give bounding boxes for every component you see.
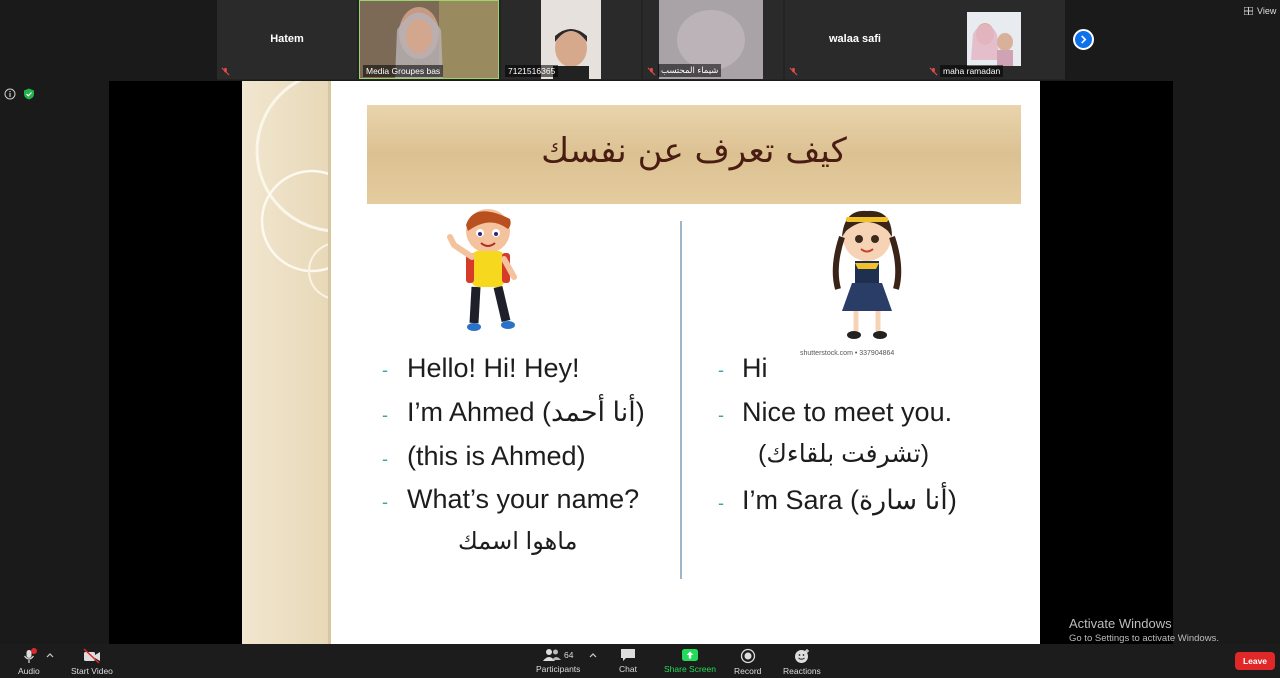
- mic-muted-icon: [647, 67, 656, 76]
- participant-name: Hatem: [270, 33, 304, 45]
- chat-label: Chat: [619, 664, 637, 674]
- slide-title: كيف تعرف عن نفسك: [541, 131, 847, 171]
- bullet-dash: -: [382, 405, 388, 425]
- bullet-dash: -: [718, 405, 724, 425]
- reactions-button[interactable]: Reactions: [783, 648, 821, 676]
- image-watermark: shutterstock.com • 337904864: [800, 350, 895, 357]
- start-video-button[interactable]: Start Video: [71, 648, 113, 676]
- audio-label: Audio: [18, 666, 40, 676]
- participant-tile-maha[interactable]: maha ramadan: [925, 0, 1065, 79]
- chat-bubble-icon: [620, 649, 635, 661]
- decorative-circles: [255, 81, 330, 300]
- participant-name: maha ramadan: [940, 65, 1004, 77]
- mic-muted-icon: [789, 67, 798, 76]
- participant-tile-media-groupes[interactable]: Media Groupes bas: [359, 0, 499, 79]
- chevron-right-icon: [1081, 35, 1087, 44]
- right-line-2: Nice to meet you.: [742, 397, 953, 427]
- left-line-3: (this is Ahmed): [407, 441, 586, 471]
- info-icon[interactable]: [4, 88, 16, 100]
- participant-tile-hatem[interactable]: Hatem: [217, 0, 357, 79]
- participant-tile-walaa[interactable]: walaa safi: [785, 0, 925, 79]
- chat-button[interactable]: Chat: [619, 648, 637, 674]
- share-screen-icon: [681, 649, 698, 661]
- participants-options-chevron-icon[interactable]: [589, 652, 597, 658]
- audio-button[interactable]: Audio: [18, 648, 40, 676]
- activation-title: Activate Windows: [1069, 616, 1172, 631]
- windows-activation-notice: Activate Windows Go to Settings to activ…: [1069, 616, 1219, 644]
- participants-label: Participants: [536, 664, 581, 674]
- participant-name: شيماء المحتسب: [658, 64, 722, 77]
- right-line-4: I’m Sara (أنا سارة): [742, 485, 957, 515]
- left-line-1: Hello! Hi! Hey!: [407, 353, 580, 383]
- smiley-plus-icon: [794, 649, 809, 663]
- reactions-label: Reactions: [783, 666, 821, 676]
- left-line-5: ماهوا اسمك: [458, 528, 578, 555]
- girl-illustration: [832, 210, 902, 339]
- bullet-dash: -: [382, 360, 388, 380]
- next-page-button[interactable]: [1073, 29, 1094, 50]
- grid-view-icon: [1244, 7, 1253, 15]
- participants-icon: [542, 649, 561, 661]
- slide-title-banner: كيف تعرف عن نفسك: [367, 105, 1021, 204]
- participant-name: 7121516365: [505, 65, 559, 77]
- video-off-icon: [83, 648, 100, 664]
- participant-name: Media Groupes bas: [363, 65, 444, 77]
- participants-count: 64: [563, 650, 574, 660]
- view-button[interactable]: View: [1244, 6, 1276, 16]
- bullet-dash: -: [382, 492, 388, 512]
- view-label: View: [1257, 6, 1277, 16]
- left-line-2: I’m Ahmed (أنا أحمد): [407, 397, 645, 427]
- left-line-4: What’s your name?: [407, 484, 640, 514]
- slide-decor-edge: [328, 81, 331, 644]
- microphone-icon: [23, 648, 37, 663]
- slide-decor-panel: [242, 81, 330, 644]
- mic-muted-icon: [929, 67, 938, 76]
- right-line-1: Hi: [742, 353, 768, 383]
- presentation-slide: كيف تعرف عن نفسك shutterstock.com • 3379…: [242, 81, 1040, 644]
- leave-meeting-button[interactable]: Leave: [1235, 652, 1275, 670]
- mic-muted-icon: [221, 67, 230, 76]
- participant-tile-number[interactable]: 7121516365: [501, 0, 641, 79]
- column-divider: [680, 221, 682, 579]
- participant-tile-shaimaa[interactable]: شيماء المحتسب: [643, 0, 783, 79]
- record-icon: [740, 648, 755, 664]
- bullet-dash: -: [718, 360, 724, 380]
- meeting-toolbar: [0, 644, 1280, 678]
- activation-subtitle: Go to Settings to activate Windows.: [1069, 633, 1219, 644]
- share-screen-button[interactable]: Share Screen: [664, 648, 716, 674]
- participant-name: walaa safi: [829, 33, 881, 45]
- encryption-shield-icon[interactable]: [23, 88, 35, 100]
- record-label: Record: [734, 666, 762, 676]
- start-video-label: Start Video: [71, 666, 113, 676]
- bullet-dash: -: [382, 449, 388, 469]
- boy-illustration: [447, 209, 517, 331]
- bullet-dash: -: [718, 493, 724, 513]
- meeting-status-icons: [4, 88, 35, 100]
- share-screen-label: Share Screen: [664, 664, 716, 674]
- audio-options-chevron-icon[interactable]: [46, 652, 54, 658]
- record-button[interactable]: Record: [734, 648, 761, 676]
- right-line-3: (تشرفت بلقاءك): [758, 440, 930, 468]
- participants-button[interactable]: 64 Participants: [536, 648, 580, 674]
